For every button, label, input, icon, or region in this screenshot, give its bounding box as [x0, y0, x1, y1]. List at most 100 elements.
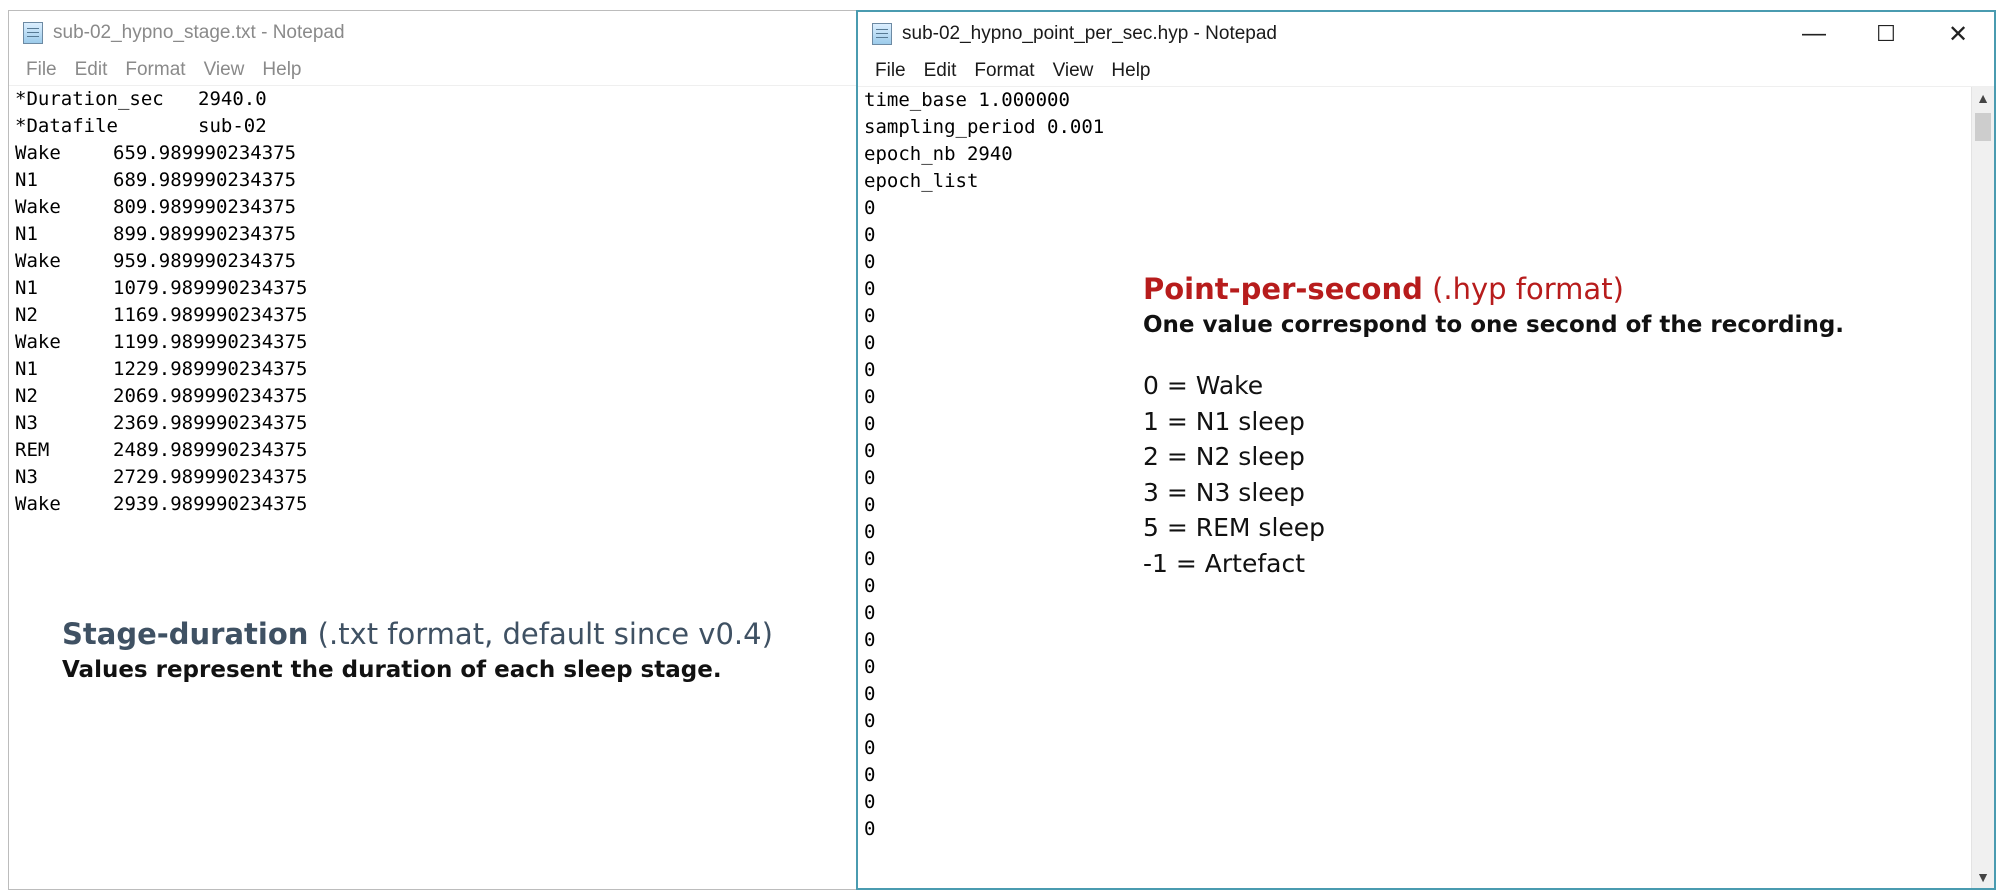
stage-name: N1: [15, 169, 38, 191]
text-line: time_base 1.000000: [864, 89, 1070, 111]
menu-view[interactable]: View: [195, 59, 254, 81]
stage-time: 1169.989990234375: [113, 304, 308, 326]
stage-time: 1229.989990234375: [113, 358, 308, 380]
vertical-scrollbar[interactable]: ▲ ▼: [1971, 87, 1994, 888]
menu-help[interactable]: Help: [1102, 60, 1159, 82]
minimize-button[interactable]: —: [1778, 12, 1850, 56]
text-line: 0: [864, 683, 876, 705]
stage-name: N1: [15, 277, 38, 299]
stage-code-legend: 0 = Wake 1 = N1 sleep 2 = N2 sleep 3 = N…: [1143, 368, 1844, 581]
stage-row: N2 1169.989990234375: [9, 302, 857, 329]
stage-row: N3 2369.989990234375: [9, 410, 857, 437]
text-line: 0: [864, 602, 876, 624]
annotation-subtitle: One value correspond to one second of th…: [1143, 312, 1845, 338]
menu-bar: File Edit Format View Help: [858, 56, 1994, 87]
window-controls: — ☐ ✕: [1778, 12, 1994, 56]
point-per-second-annotation: Point-per-second (.hyp format) One value…: [1143, 272, 1844, 581]
menu-format[interactable]: Format: [116, 59, 194, 81]
close-button[interactable]: ✕: [1922, 12, 1994, 56]
window-title: sub-02_hypno_point_per_sec.hyp - Notepad: [902, 23, 1277, 44]
text-line: 0: [864, 737, 876, 759]
text-editor[interactable]: *Duration_sec 2940.0 *Datafile sub-02 Wa…: [9, 86, 857, 889]
stage-name: N3: [15, 466, 38, 488]
annotation-title-bold: Stage-duration: [62, 617, 309, 651]
annotation-title-rest: (.hyp format): [1422, 272, 1624, 306]
stage-name: N2: [15, 385, 38, 407]
stage-name: Wake: [15, 196, 61, 218]
stage-row: Wake 959.989990234375: [9, 248, 857, 275]
header-line: *Datafile sub-02: [15, 115, 267, 137]
scroll-up-icon[interactable]: ▲: [1972, 87, 1994, 109]
annotation-title-rest: (.txt format, default since v0.4): [308, 617, 773, 651]
stage-time: 2069.989990234375: [113, 385, 308, 407]
annotation-title: Point-per-second (.hyp format): [1143, 272, 1844, 306]
annotation-subtitle: Values represent the duration of each sl…: [62, 657, 722, 683]
notepad-icon: [872, 23, 892, 45]
stage-time: 2369.989990234375: [113, 412, 308, 434]
notepad-window-stage[interactable]: sub-02_hypno_stage.txt - Notepad File Ed…: [8, 10, 858, 890]
text-line: 0: [864, 197, 876, 219]
legend-item: 3 = N3 sleep: [1143, 477, 1305, 507]
title-bar[interactable]: sub-02_hypno_point_per_sec.hyp - Notepad…: [858, 12, 1994, 56]
menu-file[interactable]: File: [866, 60, 915, 82]
text-line: 0: [864, 629, 876, 651]
legend-item: 2 = N2 sleep: [1143, 442, 1305, 471]
annotation-title-bold: Point-per-second: [1143, 272, 1423, 306]
stage-name: Wake: [15, 331, 61, 353]
legend-item: 0 = Wake: [1143, 371, 1264, 400]
stage-name: N1: [15, 223, 38, 245]
stage-name: Wake: [15, 142, 61, 164]
menu-edit[interactable]: Edit: [915, 60, 966, 82]
stage-row: Wake 2939.989990234375: [9, 491, 857, 518]
text-line: 0: [864, 224, 876, 246]
text-line: 0: [864, 764, 876, 786]
menu-help[interactable]: Help: [253, 59, 310, 81]
menu-file[interactable]: File: [17, 59, 66, 81]
notepad-icon: [23, 22, 43, 44]
stage-row: N3 2729.989990234375: [9, 464, 857, 491]
stage-time: 959.989990234375: [113, 250, 297, 272]
scroll-down-icon[interactable]: ▼: [1972, 866, 1994, 888]
title-bar[interactable]: sub-02_hypno_stage.txt - Notepad: [9, 11, 857, 55]
stage-row: N1 1079.989990234375: [9, 275, 857, 302]
legend-item: 1 = N1 sleep: [1143, 406, 1305, 436]
stage-name: REM: [15, 439, 50, 461]
stage-row: Wake 659.989990234375: [9, 140, 857, 167]
stage-time: 1079.989990234375: [113, 277, 308, 299]
window-title: sub-02_hypno_stage.txt - Notepad: [53, 22, 345, 43]
scroll-thumb[interactable]: [1975, 113, 1991, 141]
text-line: epoch_list: [864, 170, 979, 192]
text-line: 0: [864, 656, 876, 678]
menu-view[interactable]: View: [1044, 60, 1103, 82]
stage-row: N1 1229.989990234375: [9, 356, 857, 383]
stage-time: 659.989990234375: [113, 142, 297, 164]
text-line: 0: [864, 818, 876, 840]
stage-time: 899.989990234375: [113, 223, 297, 245]
stage-time: 2729.989990234375: [113, 466, 308, 488]
stage-name: N3: [15, 412, 38, 434]
legend-item: -1 = Artefact: [1143, 548, 1305, 578]
stage-time: 2939.989990234375: [113, 493, 308, 515]
stage-row: REM 2489.989990234375: [9, 437, 857, 464]
stage-time: 1199.989990234375: [113, 331, 308, 353]
stage-name: N2: [15, 304, 38, 326]
stage-row: Wake 809.989990234375: [9, 194, 857, 221]
stage-row: N2 2069.989990234375: [9, 383, 857, 410]
text-line: sampling_period 0.001: [864, 116, 1105, 138]
stage-name: Wake: [15, 250, 61, 272]
legend-item: 5 = REM sleep: [1143, 513, 1326, 542]
stage-time: 809.989990234375: [113, 196, 297, 218]
stage-name: Wake: [15, 493, 61, 515]
stage-time: 2489.989990234375: [113, 439, 308, 461]
annotation-title: Stage-duration (.txt format, default sin…: [62, 617, 773, 651]
stage-name: N1: [15, 358, 38, 380]
header-line: *Duration_sec 2940.0: [15, 88, 267, 110]
stage-row: N1 689.989990234375: [9, 167, 857, 194]
menu-format[interactable]: Format: [965, 60, 1043, 82]
text-line: epoch_nb 2940: [864, 143, 1013, 165]
text-line: 0: [864, 791, 876, 813]
menu-edit[interactable]: Edit: [66, 59, 117, 81]
stage-time: 689.989990234375: [113, 169, 297, 191]
maximize-button[interactable]: ☐: [1850, 12, 1922, 56]
stage-duration-annotation: Stage-duration (.txt format, default sin…: [62, 617, 773, 683]
